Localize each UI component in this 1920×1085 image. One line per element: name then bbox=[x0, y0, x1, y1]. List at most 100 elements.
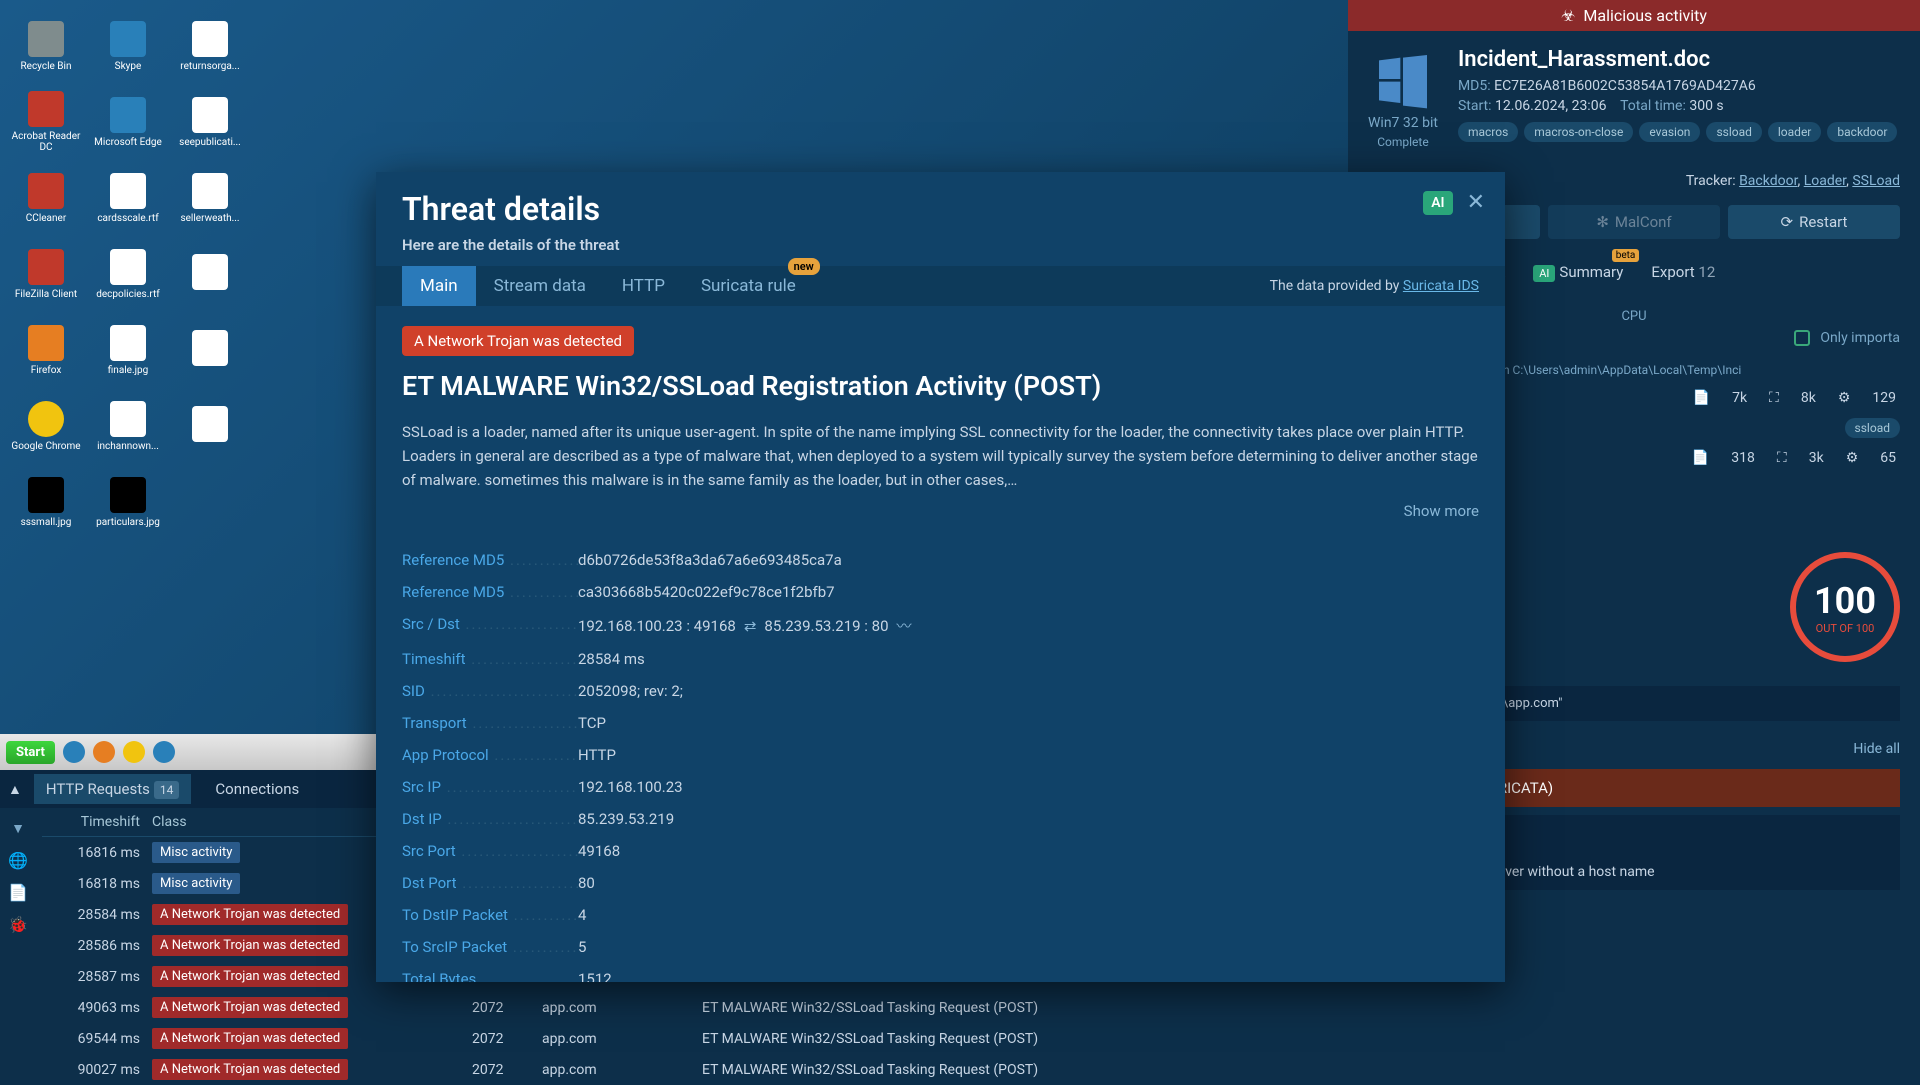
desktop-icon[interactable]: CCleaner bbox=[10, 162, 82, 234]
start-value: 12.06.2024, 23:06 bbox=[1495, 98, 1606, 114]
tab-stream-data[interactable]: Stream data bbox=[476, 266, 604, 306]
summary-tab[interactable]: AISummarybeta bbox=[1519, 255, 1637, 289]
tag[interactable]: backdoor bbox=[1827, 122, 1897, 142]
tab-suricata-rule[interactable]: Suricata rulenew bbox=[683, 266, 814, 306]
tag[interactable]: evasion bbox=[1639, 122, 1700, 142]
detail-row: Dst IP85.239.53.219 bbox=[402, 803, 1479, 835]
desktop-icon[interactable]: decpolicies.rtf bbox=[92, 238, 164, 310]
tracker-link[interactable]: Backdoor bbox=[1739, 173, 1797, 189]
export-tab[interactable]: Export 12 bbox=[1637, 255, 1729, 289]
tab-main[interactable]: Main bbox=[402, 266, 476, 306]
sample-filename: Incident_Harassment.doc bbox=[1458, 47, 1900, 72]
modal-header: Threat details Here are the details of t… bbox=[376, 172, 1505, 266]
tracker-label: Tracker: bbox=[1686, 173, 1736, 189]
collapse-down-icon[interactable]: ▼ bbox=[6, 816, 30, 840]
tag[interactable]: macros bbox=[1458, 122, 1518, 142]
net-icon: ⛶ bbox=[1769, 390, 1779, 406]
data-provider: The data provided by Suricata IDS bbox=[1270, 278, 1479, 294]
desktop-icon[interactable]: sellerweath... bbox=[174, 162, 246, 234]
link-icon: ⚙ bbox=[1838, 390, 1851, 406]
malconf-button[interactable]: ✻ MalConf bbox=[1548, 205, 1720, 239]
windows-icon bbox=[1371, 47, 1435, 111]
doc-icon: 📄 bbox=[1693, 390, 1710, 406]
desktop-icon[interactable]: Firefox bbox=[10, 314, 82, 386]
desktop-icon[interactable]: Recycle Bin bbox=[10, 10, 82, 82]
threat-details-modal: Threat details Here are the details of t… bbox=[376, 172, 1505, 982]
detail-row: To SrcIP Packet5 bbox=[402, 931, 1479, 963]
tracker-link[interactable]: Loader bbox=[1804, 173, 1846, 189]
score-circle: 100 OUT OF 100 bbox=[1790, 552, 1900, 662]
desktop-icon[interactable]: finale.jpg bbox=[92, 314, 164, 386]
biohazard-icon: ☣ bbox=[1561, 6, 1575, 25]
threat-description: SSLoad is a loader, named after its uniq… bbox=[402, 420, 1479, 492]
desktop-icon[interactable]: FileZilla Client bbox=[10, 238, 82, 310]
desktop-icon[interactable]: cardsscale.rtf bbox=[92, 162, 164, 234]
start-label: Start: bbox=[1458, 98, 1492, 114]
modal-subtitle: Here are the details of the threat bbox=[402, 236, 1479, 254]
close-icon[interactable]: ✕ bbox=[1467, 190, 1485, 215]
taskbar-icon[interactable] bbox=[153, 741, 175, 763]
tag[interactable]: macros-on-close bbox=[1524, 122, 1633, 142]
desktop-icon[interactable]: Google Chrome bbox=[10, 390, 82, 462]
sample-header: Win7 32 bit Complete Incident_Harassment… bbox=[1348, 31, 1920, 165]
taskbar-icon[interactable] bbox=[123, 741, 145, 763]
detail-row: Dst Port80 bbox=[402, 867, 1479, 899]
desktop-icon[interactable]: returnsorga... bbox=[174, 10, 246, 82]
http-request-row[interactable]: 49063 ms A Network Trojan was detected 2… bbox=[42, 992, 1348, 1023]
http-request-row[interactable]: 90027 ms A Network Trojan was detected 2… bbox=[42, 1054, 1348, 1085]
desktop-icon[interactable]: sssmall.jpg bbox=[10, 466, 82, 538]
detail-row: Total Bytes1512 bbox=[402, 963, 1479, 982]
modal-body: A Network Trojan was detected ET MALWARE… bbox=[376, 306, 1505, 982]
detail-row: To DstIP Packet4 bbox=[402, 899, 1479, 931]
desktop-icon[interactable] bbox=[174, 238, 246, 310]
detail-row: SID2052098; rev: 2; bbox=[402, 675, 1479, 707]
detection-badge: A Network Trojan was detected bbox=[402, 326, 634, 356]
detail-row: TransportTCP bbox=[402, 707, 1479, 739]
desktop-icon[interactable]: Acrobat Reader DC bbox=[10, 86, 82, 158]
desktop-icon[interactable]: particulars.jpg bbox=[92, 466, 164, 538]
suricata-ids-link[interactable]: Suricata IDS bbox=[1403, 278, 1479, 294]
modal-tabs: Main Stream data HTTP Suricata rulenew T… bbox=[376, 266, 1505, 306]
detail-row: Reference MD5d6b0726de53f8a3da67a6e69348… bbox=[402, 544, 1479, 576]
md5-value: EC7E26A81B6002C53854A1769AD427A6 bbox=[1494, 78, 1756, 94]
os-name: Win7 32 bit bbox=[1368, 115, 1438, 131]
detail-row: Reference MD5ca303668b5420c022ef9c78ce1f… bbox=[402, 576, 1479, 608]
bug-icon[interactable]: 🐞 bbox=[6, 912, 30, 936]
col-timeshift: Timeshift bbox=[52, 814, 152, 830]
os-badge: Win7 32 bit Complete bbox=[1368, 47, 1438, 149]
md5-label: MD5: bbox=[1458, 78, 1491, 94]
http-requests-tab[interactable]: HTTP Requests14 bbox=[34, 774, 192, 804]
threat-name: ET MALWARE Win32/SSLoad Registration Act… bbox=[402, 370, 1479, 402]
collapse-up-icon[interactable]: ▲ bbox=[8, 781, 22, 798]
desktop-icons-grid: Recycle BinSkypereturnsorga... Acrobat Re… bbox=[10, 10, 252, 538]
ai-badge[interactable]: AI bbox=[1423, 191, 1452, 215]
score-value: 100 bbox=[1814, 580, 1876, 622]
modal-title: Threat details bbox=[402, 190, 1479, 228]
doc-icon[interactable]: 📄 bbox=[6, 880, 30, 904]
os-status: Complete bbox=[1377, 135, 1429, 149]
total-time-value: 300 s bbox=[1689, 98, 1723, 114]
desktop-icon[interactable] bbox=[174, 314, 246, 386]
desktop-icon[interactable] bbox=[174, 390, 246, 462]
globe-icon[interactable]: 🌐 bbox=[6, 848, 30, 872]
show-more-button[interactable]: Show more bbox=[402, 502, 1479, 520]
detail-row: App ProtocolHTTP bbox=[402, 739, 1479, 771]
connections-tab[interactable]: Connections bbox=[203, 774, 311, 804]
desktop-icon[interactable]: Microsoft Edge bbox=[92, 86, 164, 158]
desktop-icon[interactable]: inchannown... bbox=[92, 390, 164, 462]
total-time-label: Total time: bbox=[1620, 98, 1686, 114]
only-important-checkbox[interactable] bbox=[1794, 330, 1810, 346]
taskbar-icon[interactable] bbox=[93, 741, 115, 763]
desktop-icon[interactable]: seepublicati... bbox=[174, 86, 246, 158]
tag[interactable]: ssload bbox=[1706, 122, 1761, 142]
detail-row: Src / Dst192.168.100.23 : 49168⇄85.239.5… bbox=[402, 608, 1479, 643]
start-button[interactable]: Start bbox=[6, 741, 55, 764]
tag[interactable]: loader bbox=[1768, 122, 1822, 142]
taskbar-icon[interactable] bbox=[63, 741, 85, 763]
http-request-row[interactable]: 69544 ms A Network Trojan was detected 2… bbox=[42, 1023, 1348, 1054]
tracker-link[interactable]: SSLoad bbox=[1852, 173, 1900, 189]
tab-http[interactable]: HTTP bbox=[604, 266, 683, 306]
desktop-icon[interactable]: Skype bbox=[92, 10, 164, 82]
restart-button[interactable]: ⟳ Restart bbox=[1728, 205, 1900, 239]
detail-row: Src IP192.168.100.23 bbox=[402, 771, 1479, 803]
